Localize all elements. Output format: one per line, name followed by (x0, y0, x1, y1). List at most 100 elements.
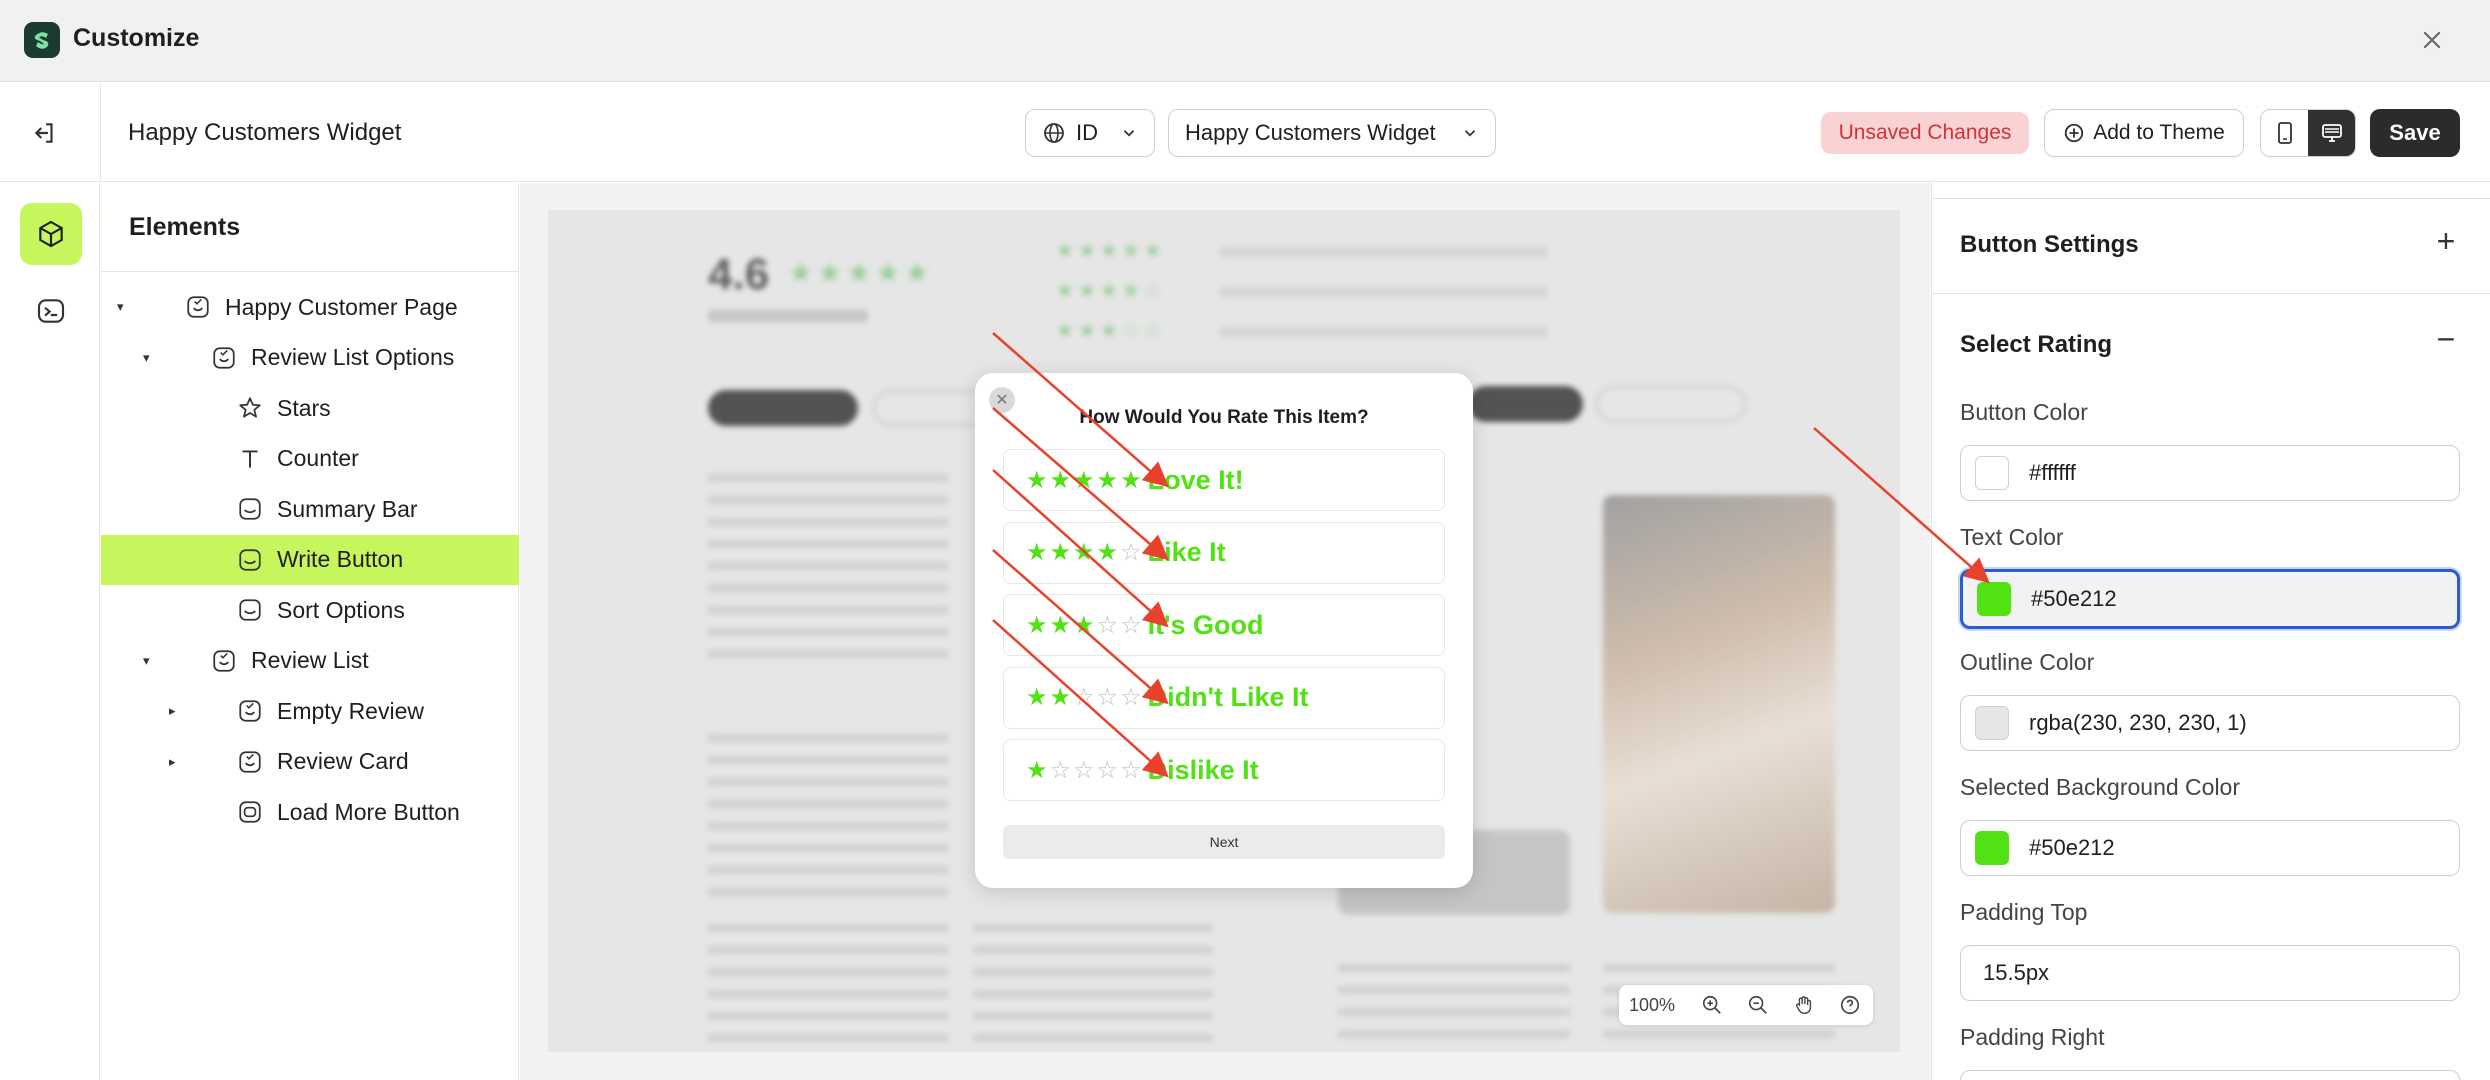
outline-color-label: Outline Color (1960, 649, 2095, 675)
text-color-field[interactable]: #50e212 (1960, 569, 2460, 629)
cube-icon (39, 220, 63, 248)
selected-bg-color-field[interactable]: #50e212 (1960, 820, 2460, 876)
rating-option-label: It's Good (1147, 609, 1264, 640)
rating-option-label: Dislike It (1147, 754, 1259, 785)
average-rating: 4.6 (708, 250, 770, 299)
window-title: Customize (73, 24, 200, 52)
elements-divider (101, 271, 519, 272)
review-text-block (973, 910, 1213, 1050)
editor-toolbar: Happy Customers Widget ID Happy Customer… (0, 83, 2490, 182)
button-color-value: #ffffff (2029, 460, 2076, 485)
tree-item-label: Review List Options (251, 344, 455, 370)
tree-item[interactable]: ▾ Review List (101, 636, 519, 686)
summary-stars-4: ★★★★☆ (1056, 280, 1166, 302)
rating-option[interactable]: ★★☆☆☆ Didn't Like It (1003, 666, 1445, 729)
caret-down-icon[interactable]: ▾ (117, 299, 124, 315)
rating-option-label: Didn't Like It (1147, 682, 1309, 712)
elements-title: Elements (129, 213, 241, 241)
tree-item-label: Sort Options (277, 596, 405, 623)
tree-item[interactable]: Load More Button (101, 787, 519, 837)
desktop-icon (2321, 124, 2342, 142)
text-icon (235, 444, 265, 474)
hand-pan-icon[interactable] (1781, 985, 1827, 1025)
rating-option[interactable]: ★★★★☆ Like It (1003, 521, 1445, 584)
tree-item[interactable]: Stars (101, 383, 519, 433)
tree-item-label: Empty Review (277, 697, 424, 724)
button-settings-title[interactable]: Button Settings (1960, 231, 2139, 259)
next-button[interactable]: Next (1003, 825, 1445, 859)
elements-tab-button[interactable] (20, 203, 82, 265)
mobile-view-button[interactable] (2261, 110, 2308, 156)
collapse-minus-icon[interactable]: − (2432, 321, 2460, 357)
tree-item[interactable]: Summary Bar (101, 484, 519, 534)
tree-item[interactable]: ▾ Review List Options (101, 333, 519, 383)
chevron-down-icon (1123, 130, 1135, 137)
terminal-icon (37, 299, 65, 323)
rating-option[interactable]: ★★★☆☆ It's Good (1003, 594, 1445, 656)
review-text-block (708, 460, 948, 660)
page-title: Happy Customers Widget (128, 119, 402, 146)
desktop-view-button[interactable] (2308, 110, 2355, 156)
close-icon[interactable] (2414, 22, 2450, 58)
section-icon (183, 292, 213, 322)
selected-bg-color-label: Selected Background Color (1960, 774, 2240, 800)
section-icon (209, 646, 239, 676)
tree-item[interactable]: ▾ Happy Customer Page (101, 282, 519, 332)
tree-item[interactable]: ▸ Empty Review (101, 686, 519, 736)
caret-down-icon[interactable]: ▾ (143, 350, 150, 366)
section-icon (235, 747, 265, 777)
language-select[interactable]: ID (1025, 109, 1155, 157)
block-icon (235, 595, 265, 625)
summary-bar-3 (1218, 327, 1548, 337)
padding-top-label: Padding Top (1960, 899, 2088, 925)
button-color-swatch[interactable] (1975, 456, 2009, 490)
zoom-out-icon[interactable] (1735, 985, 1781, 1025)
zoom-in-icon[interactable] (1689, 985, 1735, 1025)
rating-option[interactable]: ★☆☆☆☆ Dislike It (1003, 739, 1445, 801)
zoom-level: 100% (1629, 994, 1676, 1015)
tree-item[interactable]: Sort Options (101, 585, 519, 635)
text-color-value: #50e212 (2031, 586, 2117, 611)
tree-item-label: Stars (277, 394, 331, 421)
filter-pill (708, 390, 858, 426)
tree-item[interactable]: Write Button (101, 534, 519, 585)
outline-color-field[interactable]: rgba(230, 230, 230, 1) (1960, 695, 2460, 751)
toolbar-divider (100, 83, 101, 182)
review-text-block (708, 720, 948, 900)
unsaved-changes-badge: Unsaved Changes (1821, 112, 2029, 154)
summary-stars-3: ★★★☆☆ (1056, 320, 1166, 342)
caret-right-icon[interactable]: ▸ (169, 703, 176, 719)
tree-item[interactable]: Counter (101, 434, 519, 484)
mobile-icon (2277, 122, 2292, 144)
settings-panel: Button Settings + Select Rating − Button… (1931, 183, 2490, 1080)
rating-stars: ★★★★★ (1026, 466, 1144, 494)
caret-right-icon[interactable]: ▸ (169, 754, 176, 770)
outline-color-swatch[interactable] (1975, 706, 2009, 740)
rating-modal: ✕ How Would You Rate This Item? ★★★★★ Lov… (975, 373, 1473, 888)
plus-circle-icon (2065, 123, 2084, 143)
padding-right-input[interactable] (1960, 1070, 2460, 1080)
caret-down-icon[interactable]: ▾ (143, 653, 150, 669)
save-button[interactable]: Save (2370, 109, 2460, 157)
summary-bar-4 (1218, 287, 1548, 297)
rating-option[interactable]: ★★★★★ Love It! (1003, 449, 1445, 511)
help-icon[interactable] (1827, 985, 1873, 1025)
tree-item-label: Review List (251, 647, 369, 673)
expand-plus-icon[interactable]: + (2432, 223, 2460, 259)
text-color-swatch[interactable] (1977, 582, 2011, 616)
code-tab-button[interactable] (20, 280, 82, 342)
button-color-field[interactable]: #ffffff (1960, 445, 2460, 501)
rating-stars: ★★★★☆ (1026, 539, 1144, 566)
review-text-block (1338, 950, 1570, 1050)
settings-divider (1932, 198, 2490, 199)
padding-top-input[interactable]: 15.5px (1960, 945, 2460, 1001)
button-color-label: Button Color (1960, 399, 2088, 425)
tree-item[interactable]: ▸ Review Card (101, 737, 519, 787)
add-to-theme-button[interactable]: Add to Theme (2044, 109, 2244, 157)
selected-bg-color-swatch[interactable] (1975, 831, 2009, 865)
section-icon (209, 343, 239, 373)
select-rating-title[interactable]: Select Rating (1960, 331, 2112, 359)
widget-select[interactable]: Happy Customers Widget (1168, 109, 1496, 157)
average-stars: ★★★★★ (788, 257, 934, 288)
exit-icon[interactable] (24, 113, 66, 153)
